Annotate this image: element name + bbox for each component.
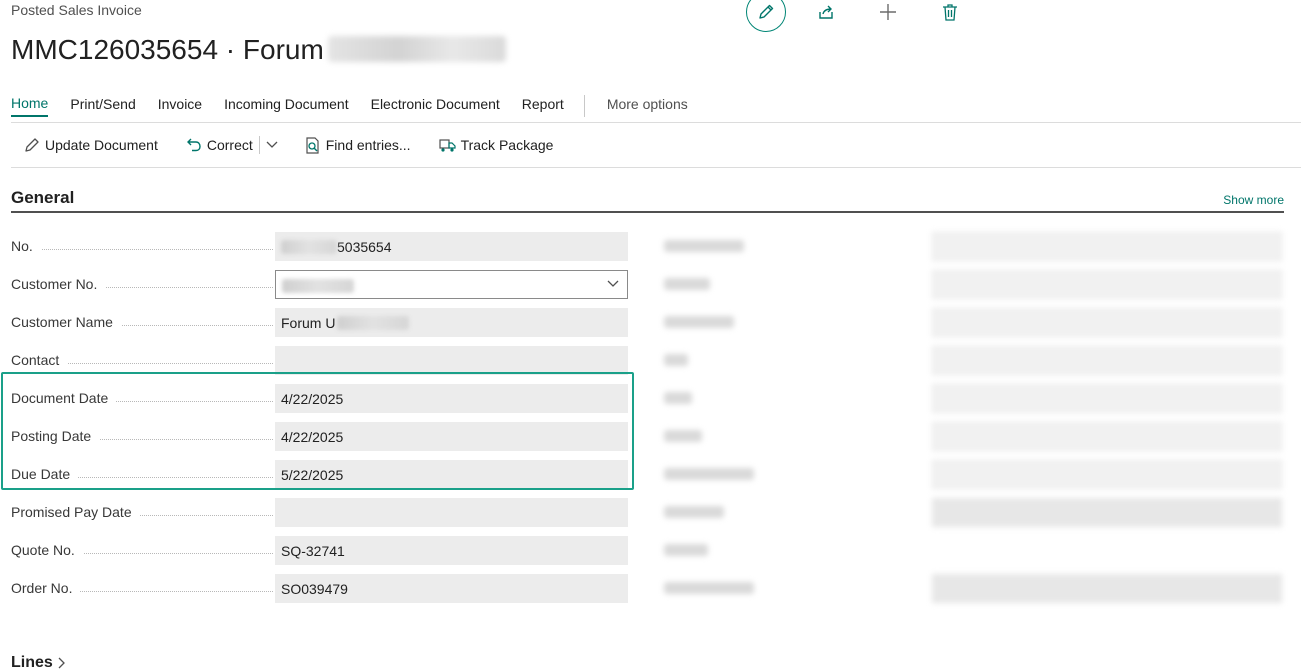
pencil-icon (25, 138, 39, 152)
leader-dots (11, 249, 273, 250)
field-value-quote-no[interactable]: SQ-32741 (275, 536, 628, 565)
page-title: MMC126035654 · Forum (11, 34, 506, 66)
show-more-link[interactable]: Show more (1223, 193, 1284, 207)
field-value-customer-name: Forum U (275, 308, 628, 337)
tab-report[interactable]: Report (522, 96, 564, 116)
redacted-field (664, 570, 1286, 608)
correct-button[interactable]: Correct (186, 137, 253, 153)
pencil-icon (759, 4, 774, 19)
tab-incoming-document[interactable]: Incoming Document (224, 96, 349, 116)
tab-print-send[interactable]: Print/Send (70, 96, 135, 116)
find-entries-label: Find entries... (325, 137, 411, 153)
redacted-field (664, 304, 1286, 342)
field-value-order-no[interactable]: SO039479 (275, 574, 628, 603)
field-value-promised-pay-date (275, 498, 628, 527)
action-tabs: Home Print/Send Invoice Incoming Documen… (11, 95, 710, 117)
find-entries-button[interactable]: Find entries... (305, 136, 411, 154)
redacted-text (337, 316, 410, 330)
redacted-field (664, 342, 1286, 380)
field-customer-no: Customer No. (11, 270, 628, 299)
tab-invoice[interactable]: Invoice (158, 96, 202, 116)
field-label: Quote No. (11, 542, 83, 558)
field-label: No. (11, 238, 41, 254)
track-package-label: Track Package (460, 137, 554, 153)
chevron-right-icon (58, 657, 65, 669)
tabs-divider (583, 95, 585, 117)
redacted-field (664, 494, 1286, 532)
field-promised-pay-date: Promised Pay Date (11, 498, 628, 527)
redacted-field (664, 228, 1286, 266)
chevron-down-icon (266, 141, 278, 148)
truck-icon (438, 139, 456, 152)
split-divider (258, 136, 260, 154)
field-label: Posting Date (11, 428, 100, 444)
find-entries-icon (306, 136, 319, 154)
field-label: Contact (11, 352, 68, 368)
field-label: Order No. (11, 580, 81, 596)
divider (11, 122, 1301, 123)
undo-icon (186, 138, 201, 152)
action-bar: Update Document Correct Find entries... … (24, 136, 553, 154)
field-label: Due Date (11, 466, 79, 482)
general-section-title[interactable]: General (11, 188, 74, 208)
track-package-button[interactable]: Track Package (438, 137, 554, 153)
tab-home[interactable]: Home (11, 95, 49, 117)
redacted-field (664, 532, 1286, 570)
redacted-text (282, 279, 354, 293)
plus-icon (880, 4, 896, 20)
field-contact: Contact (11, 346, 628, 375)
divider (11, 167, 1301, 168)
field-customer-name: Customer Name Forum U (11, 308, 628, 337)
correct-dropdown-button[interactable] (266, 141, 283, 149)
update-document-label: Update Document (45, 137, 158, 153)
page-title-text: MMC126035654 · Forum (11, 34, 324, 65)
header-actions (746, 0, 970, 32)
field-value-text: 5035654 (337, 239, 392, 255)
field-no: No. 5035654 (11, 232, 628, 261)
delete-button[interactable] (930, 0, 970, 32)
edit-button[interactable] (746, 0, 786, 32)
breadcrumb: Posted Sales Invoice (11, 2, 142, 18)
tab-more-options[interactable]: More options (607, 96, 688, 116)
field-label: Promised Pay Date (11, 504, 140, 520)
field-value-no: 5035654 (275, 232, 628, 261)
field-order-no: Order No. SO039479 (11, 574, 628, 603)
redacted-field (664, 456, 1286, 494)
lines-section-header[interactable]: Lines (11, 654, 67, 669)
share-icon (819, 5, 833, 19)
redacted-field (664, 418, 1286, 456)
customer-no-select[interactable] (275, 270, 628, 299)
field-label: Document Date (11, 390, 117, 406)
tab-electronic-document[interactable]: Electronic Document (371, 96, 500, 116)
correct-label: Correct (206, 137, 253, 153)
field-value-text: Forum U (281, 315, 336, 331)
field-label: Customer Name (11, 314, 121, 330)
share-button[interactable] (806, 0, 846, 32)
field-value-contact (275, 346, 628, 375)
field-label: Customer No. (11, 276, 106, 292)
redacted-right-column (664, 228, 1286, 608)
redacted-text (281, 240, 337, 254)
redacted-field (664, 266, 1286, 304)
redacted-field (664, 380, 1286, 418)
trash-icon (943, 4, 957, 21)
new-button[interactable] (868, 0, 908, 32)
update-document-button[interactable]: Update Document (24, 137, 158, 153)
section-underline (11, 211, 1284, 213)
chevron-down-icon (607, 280, 619, 287)
field-quote-no: Quote No. SQ-32741 (11, 536, 628, 565)
redacted-customer-name (327, 36, 506, 62)
lines-title: Lines (11, 654, 53, 669)
